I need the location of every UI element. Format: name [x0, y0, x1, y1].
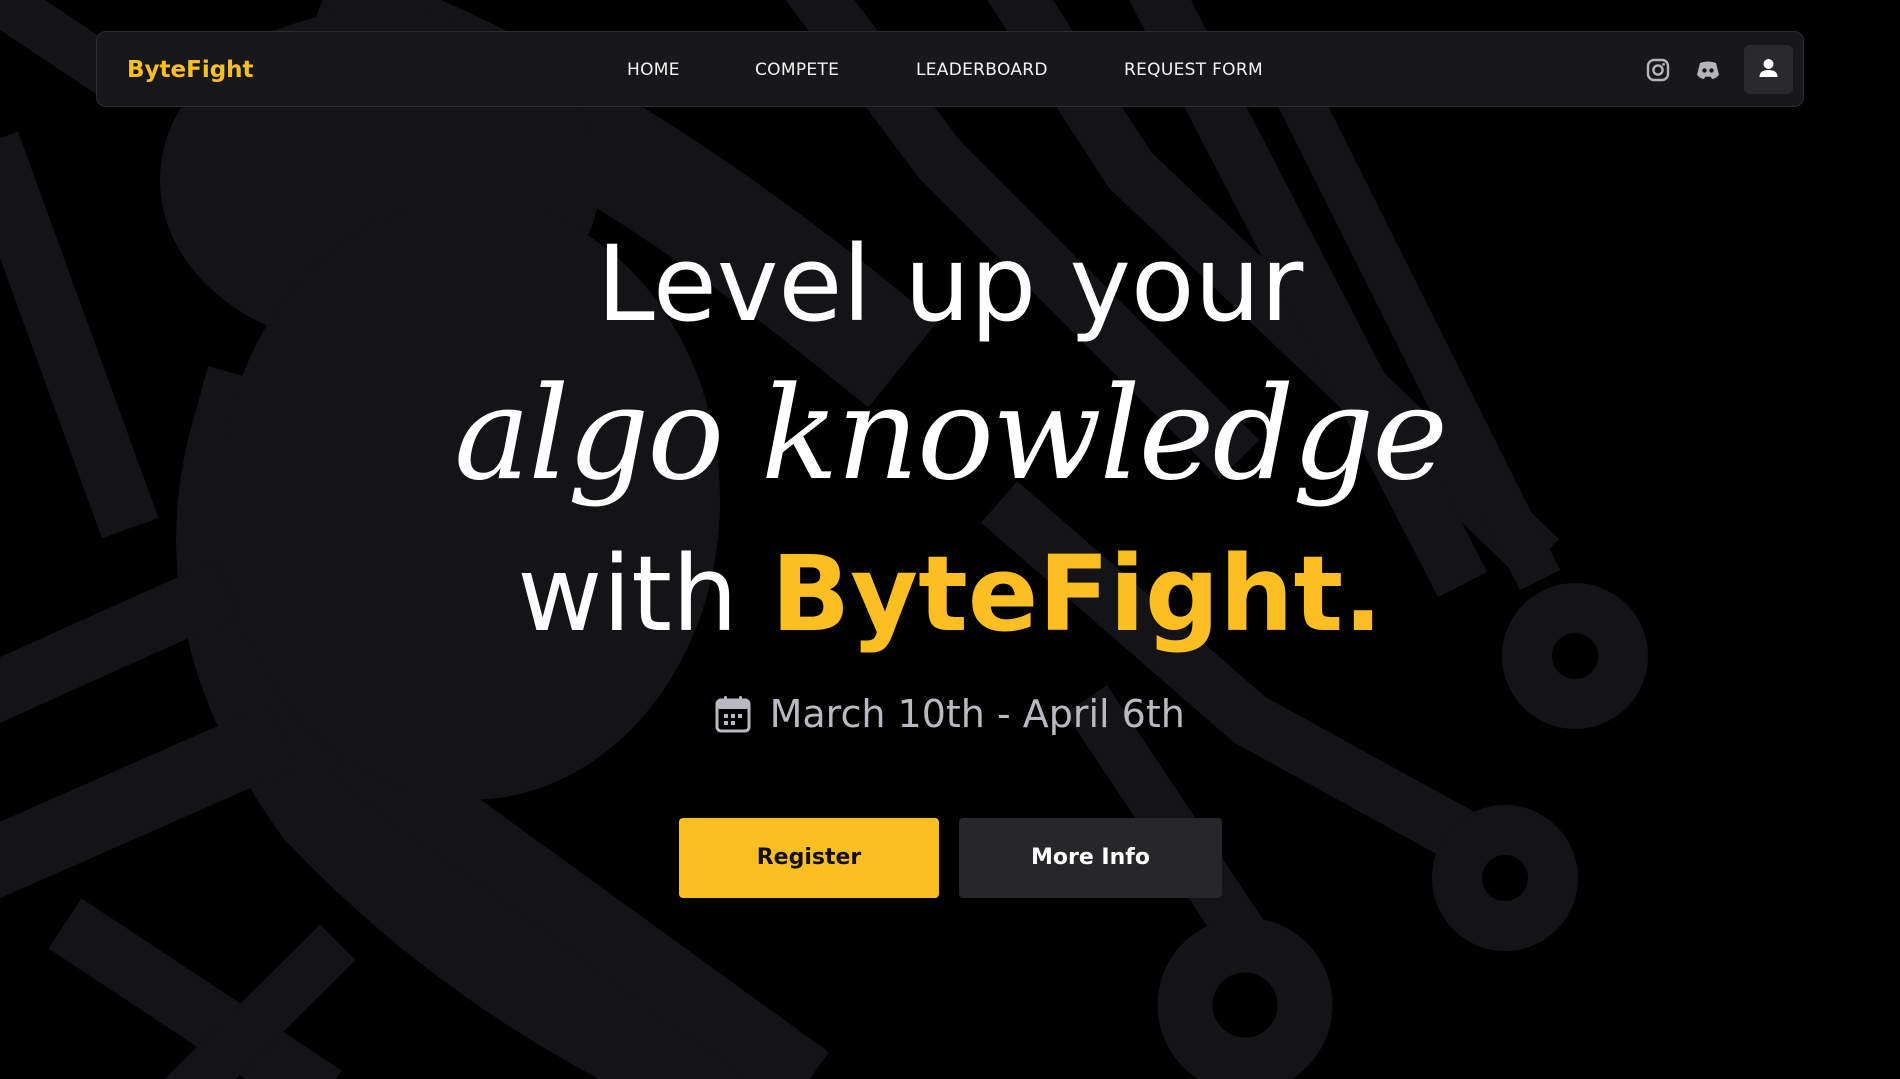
brand-logo[interactable]: ByteFight: [127, 32, 254, 108]
nav-link-request-form[interactable]: REQUEST FORM: [1124, 32, 1263, 108]
discord-icon[interactable]: [1694, 56, 1722, 84]
more-info-button[interactable]: More Info: [959, 818, 1222, 898]
event-dates: March 10th - April 6th: [0, 692, 1900, 742]
hero-title-brand: ByteFight.: [771, 533, 1383, 655]
top-navbar: ByteFight HOME COMPETE LEADERBOARD REQUE…: [96, 31, 1804, 107]
hero-title-prefix: with: [517, 533, 738, 655]
user-icon: [1759, 59, 1778, 77]
nav-link-compete[interactable]: COMPETE: [755, 32, 839, 108]
nav-link-leaderboard[interactable]: LEADERBOARD: [916, 32, 1048, 108]
nav-link-home[interactable]: HOME: [627, 32, 680, 108]
calendar-icon: [715, 696, 751, 733]
hero-title-line2: algo knowledge: [454, 360, 1448, 509]
event-dates-text: March 10th - April 6th: [769, 692, 1185, 736]
hero-title-line1: Level up your: [596, 223, 1304, 345]
register-button[interactable]: Register: [679, 818, 939, 898]
instagram-icon[interactable]: [1644, 56, 1672, 84]
hero-title-line3: with ByteFight.: [0, 532, 1900, 657]
user-account-button[interactable]: [1744, 45, 1793, 94]
